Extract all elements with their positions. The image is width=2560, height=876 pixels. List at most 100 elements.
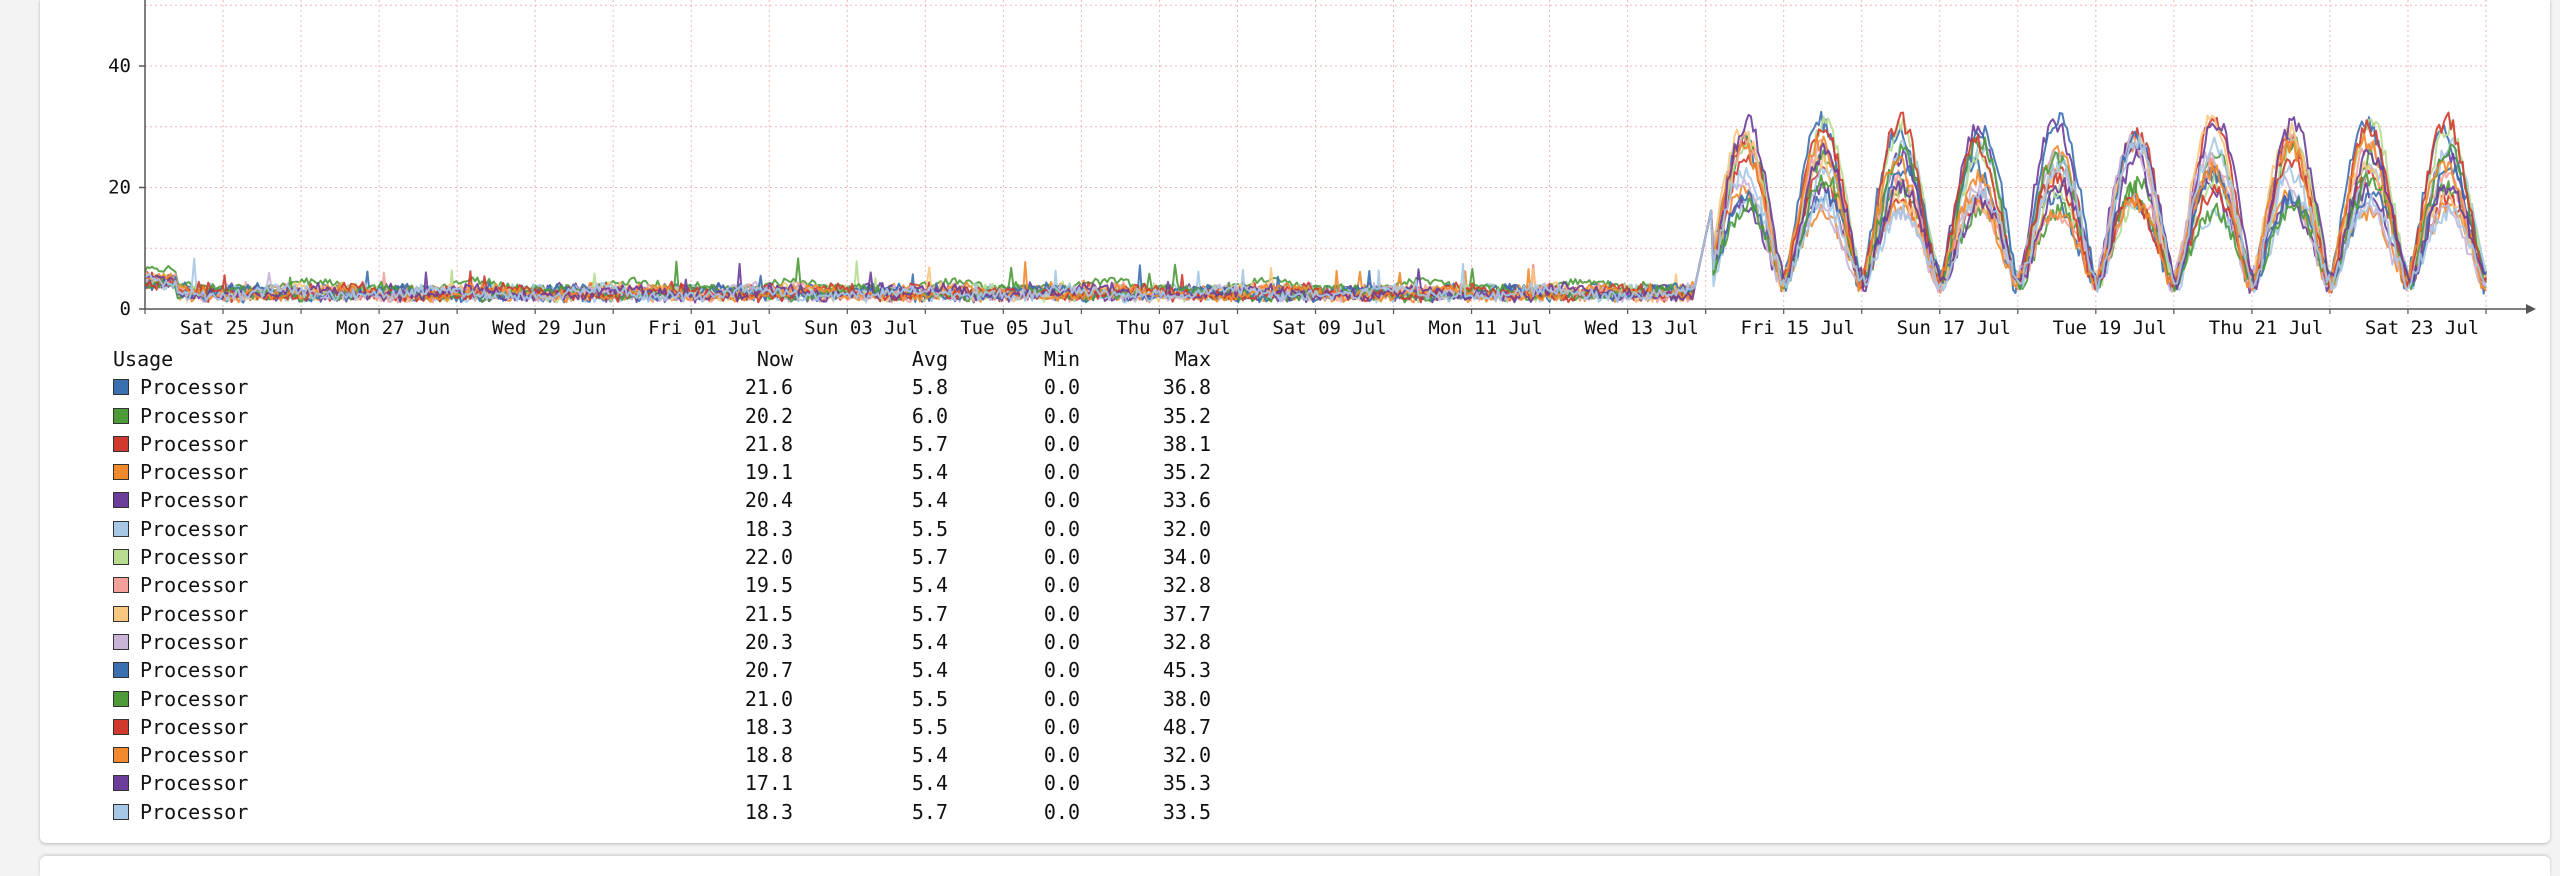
series-color-swatch	[113, 577, 129, 594]
series-max-value: 32.0	[1162, 516, 1211, 541]
series-color-swatch	[113, 435, 129, 452]
series-max-value: 35.2	[1162, 460, 1211, 485]
series-min-value: 0.0	[1043, 403, 1080, 428]
series-color-swatch	[113, 520, 129, 537]
series-name: Processor	[140, 658, 249, 683]
legend-header-row: Usage Now Avg Min Max	[113, 345, 1263, 373]
series-name: Processor	[140, 460, 249, 485]
series-now-value: 21.8	[744, 431, 793, 456]
series-min-value: 0.0	[1043, 573, 1080, 598]
series-max-value: 35.3	[1162, 771, 1211, 796]
series-now-value: 18.3	[744, 714, 793, 739]
series-name: Processor	[140, 771, 249, 796]
legend-row: Processor 21.6 5.8 0.0 36.8	[113, 373, 1263, 401]
series-name: Processor	[140, 601, 249, 626]
next-panel	[40, 856, 2550, 876]
series-avg-value: 5.4	[911, 488, 948, 513]
series-color-swatch	[113, 747, 129, 764]
series-name: Processor	[140, 488, 249, 513]
x-tick-label: Mon 11 Jul	[1428, 317, 1542, 339]
x-tick-label: Mon 27 Jun	[336, 317, 450, 339]
series-min-value: 0.0	[1043, 771, 1080, 796]
series-max-value: 36.8	[1162, 375, 1211, 400]
series-name: Processor	[140, 375, 249, 400]
legend-row: Processor 18.3 5.5 0.0 32.0	[113, 515, 1263, 543]
legend-header-now: Now	[756, 347, 793, 371]
series-avg-value: 5.4	[911, 658, 948, 683]
series-color-swatch	[113, 379, 129, 396]
x-tick-label: Sun 03 Jul	[804, 317, 918, 339]
series-now-value: 19.5	[744, 573, 793, 598]
legend-row: Processor 18.8 5.4 0.0 32.0	[113, 741, 1263, 769]
legend-row: Processor 19.5 5.4 0.0 32.8	[113, 571, 1263, 599]
series-max-value: 32.0	[1162, 743, 1211, 768]
series-name: Processor	[140, 573, 249, 598]
series-color-swatch	[113, 605, 129, 622]
legend-rows: Processor 21.6 5.8 0.0 36.8 Processor 20.2 6.0 0…	[113, 373, 1263, 826]
legend-row: Processor 19.1 5.4 0.0 35.2	[113, 458, 1263, 486]
series-now-value: 20.4	[744, 488, 793, 513]
legend-header-min: Min	[1043, 347, 1080, 371]
series-now-value: 17.1	[744, 771, 793, 796]
series-name: Processor	[140, 686, 249, 711]
series-min-value: 0.0	[1043, 629, 1080, 654]
x-tick-label: Thu 07 Jul	[1116, 317, 1230, 339]
series-min-value: 0.0	[1043, 743, 1080, 768]
legend-row: Processor 20.2 6.0 0.0 35.2	[113, 402, 1263, 430]
series-now-value: 21.5	[744, 601, 793, 626]
series-now-value: 18.3	[744, 516, 793, 541]
x-tick-label: Fri 15 Jul	[1741, 317, 1855, 339]
legend-row: Processor 21.0 5.5 0.0 38.0	[113, 685, 1263, 713]
series-color-swatch	[113, 775, 129, 792]
series-name: Processor	[140, 743, 249, 768]
legend-row: Processor 18.3 5.5 0.0 48.7	[113, 713, 1263, 741]
series-color-swatch	[113, 662, 129, 679]
series-avg-value: 5.5	[911, 516, 948, 541]
series-max-value: 32.8	[1162, 629, 1211, 654]
series-avg-value: 5.4	[911, 743, 948, 768]
usage-legend-table: Usage Now Avg Min Max Processor 21.6 5.8 0.…	[113, 345, 1263, 826]
x-tick-label: Wed 29 Jun	[492, 317, 606, 339]
series-now-value: 20.7	[744, 658, 793, 683]
series-max-value: 33.6	[1162, 488, 1211, 513]
series-name: Processor	[140, 516, 249, 541]
series-color-swatch	[113, 633, 129, 650]
x-axis-arrow-icon	[2526, 304, 2536, 314]
x-tick-label: Tue 05 Jul	[960, 317, 1074, 339]
x-tick-label: Sat 23 Jul	[2365, 317, 2479, 339]
series-avg-value: 5.7	[911, 431, 948, 456]
legend-row: Processor 21.8 5.7 0.0 38.1	[113, 430, 1263, 458]
series-color-swatch	[113, 690, 129, 707]
series-avg-value: 5.5	[911, 714, 948, 739]
legend-header-avg: Avg	[911, 347, 948, 371]
series-avg-value: 5.7	[911, 799, 948, 824]
legend-row: Processor 21.5 5.7 0.0 37.7	[113, 600, 1263, 628]
series-min-value: 0.0	[1043, 714, 1080, 739]
legend-row: Processor 20.4 5.4 0.0 33.6	[113, 486, 1263, 514]
legend-header-max: Max	[1174, 347, 1211, 371]
series-max-value: 35.2	[1162, 403, 1211, 428]
series-color-swatch	[113, 549, 129, 566]
series-name: Processor	[140, 799, 249, 824]
y-tick-label: 40	[108, 55, 131, 77]
series-max-value: 48.7	[1162, 714, 1211, 739]
series-avg-value: 5.7	[911, 545, 948, 570]
series-max-value: 32.8	[1162, 573, 1211, 598]
series-name: Processor	[140, 431, 249, 456]
series-max-value: 34.0	[1162, 545, 1211, 570]
series-color-swatch	[113, 492, 129, 509]
series-max-value: 38.0	[1162, 686, 1211, 711]
legend-header-usage: Usage	[113, 347, 174, 371]
series-avg-value: 5.4	[911, 629, 948, 654]
series-min-value: 0.0	[1043, 658, 1080, 683]
x-tick-label: Sat 25 Jun	[180, 317, 294, 339]
series-min-value: 0.0	[1043, 431, 1080, 456]
series-now-value: 21.6	[744, 375, 793, 400]
series-color-swatch	[113, 718, 129, 735]
series-color-swatch	[113, 464, 129, 481]
series-now-value: 22.0	[744, 545, 793, 570]
series-min-value: 0.0	[1043, 686, 1080, 711]
legend-row: Processor 18.3 5.7 0.0 33.5	[113, 798, 1263, 826]
series-min-value: 0.0	[1043, 488, 1080, 513]
x-axis-labels: Sat 25 Jun Mon 27 Jun Wed 29 Jun Fri 01 Jul…	[180, 317, 2479, 339]
